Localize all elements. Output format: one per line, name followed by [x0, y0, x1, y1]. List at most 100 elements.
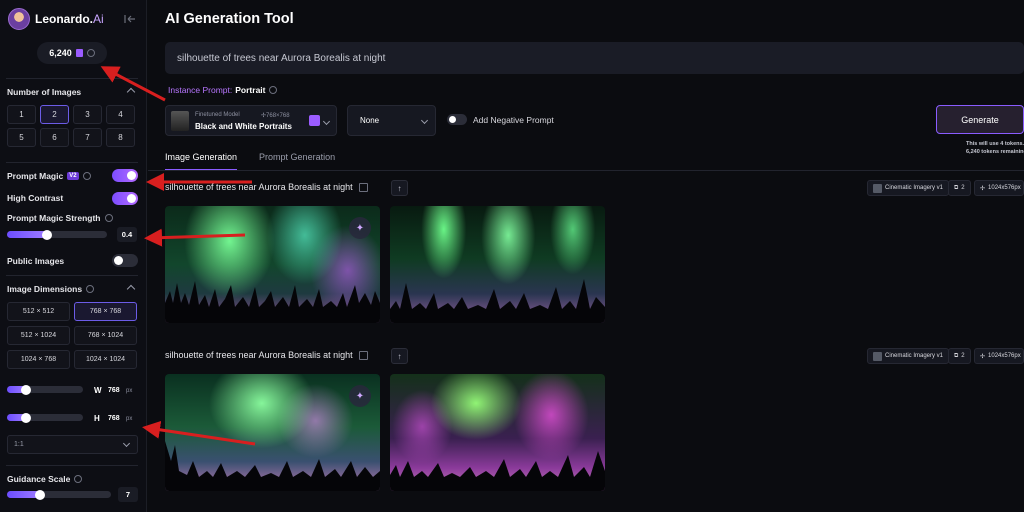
model-caption: Finetuned Model [195, 112, 240, 118]
dimensions-grid: 512 × 512 768 × 768 512 × 1024 768 × 102… [7, 302, 137, 369]
chevron-down-icon [122, 439, 131, 448]
style-select-value: None [360, 116, 380, 125]
dimension-option[interactable]: 768 × 768 [74, 302, 137, 321]
generated-image[interactable]: ✦ [165, 374, 380, 491]
negative-prompt-toggle[interactable] [447, 114, 467, 125]
count-chip: ⧉ 2 [948, 348, 971, 364]
guidance-value[interactable]: 7 [118, 487, 138, 502]
num-option-6[interactable]: 6 [40, 128, 69, 147]
info-icon[interactable] [82, 172, 91, 180]
num-option-2[interactable]: 2 [40, 105, 69, 124]
slider-thumb[interactable] [35, 489, 45, 500]
sparkle-icon[interactable]: ✦ [349, 217, 371, 239]
logo[interactable]: Leonardo.Ai [8, 8, 104, 30]
slider-thumb[interactable] [42, 229, 52, 240]
model-dimensions: ✢768×768 [261, 113, 290, 119]
token-balance[interactable]: 6,240 [37, 42, 107, 64]
num-option-4[interactable]: 4 [106, 105, 135, 124]
high-contrast-toggle[interactable] [112, 192, 138, 205]
prompt-magic-toggle[interactable] [112, 169, 138, 182]
dimension-option[interactable]: 512 × 512 [7, 302, 70, 321]
chevron-down-icon [420, 116, 429, 125]
arrow-up-icon[interactable]: ↑ [391, 180, 408, 196]
num-option-1[interactable]: 1 [7, 105, 36, 124]
num-option-5[interactable]: 5 [7, 128, 36, 147]
height-label: H [94, 414, 100, 423]
magic-strength-label: Prompt Magic Strength [7, 213, 113, 223]
arrow-up-icon[interactable]: ↑ [391, 348, 408, 364]
sidebar: Leonardo.Ai 6,240 Number of Images 1 2 3… [0, 0, 147, 512]
divider [6, 78, 138, 79]
guidance-slider[interactable] [7, 489, 111, 500]
prompt-text: silhouette of trees near Aurora Borealis… [177, 52, 386, 64]
model-style-icon [873, 351, 882, 361]
divider [6, 275, 138, 276]
model-chip: Cinematic Imagery v1 [867, 180, 950, 196]
model-style-icon[interactable] [309, 115, 320, 126]
size-chip: ✢ 1024x576px [974, 180, 1024, 196]
page-title: AI Generation Tool [165, 11, 294, 27]
num-images-grid: 1 2 3 4 5 6 7 8 [7, 105, 135, 147]
collapse-sidebar-icon[interactable] [124, 14, 136, 24]
divider [6, 162, 138, 163]
generation-prompt: silhouette of trees near Aurora Borealis… [165, 182, 368, 192]
guidance-label: Guidance Scale [7, 474, 83, 484]
dimension-icon: ✢ [980, 185, 986, 192]
dimensions-label: Image Dimensions [7, 284, 95, 294]
copy-icon[interactable] [358, 350, 368, 360]
info-icon[interactable] [104, 214, 113, 222]
chevron-up-icon[interactable] [126, 87, 136, 97]
chevron-down-icon [322, 117, 331, 126]
sparkle-icon[interactable]: ✦ [349, 385, 371, 407]
slider-thumb[interactable] [21, 412, 31, 423]
magic-strength-value[interactable]: 0.4 [117, 227, 137, 242]
width-value[interactable]: 768 [108, 387, 120, 394]
num-option-7[interactable]: 7 [73, 128, 102, 147]
model-chip: Cinematic Imagery v1 [867, 348, 950, 364]
aspect-ratio-value: 1:1 [14, 441, 24, 448]
size-chip: ✢ 1024x576px [974, 348, 1024, 364]
height-value[interactable]: 768 [108, 415, 120, 422]
model-select[interactable]: Finetuned Model ✢768×768 Black and White… [165, 105, 337, 136]
info-icon[interactable] [268, 86, 277, 94]
tab-image-generation[interactable]: Image Generation [165, 152, 238, 171]
chevron-up-icon[interactable] [126, 284, 136, 294]
high-contrast-label: High Contrast [7, 193, 64, 203]
height-unit: px [126, 416, 133, 422]
prompt-input[interactable]: silhouette of trees near Aurora Borealis… [165, 42, 1024, 74]
tab-prompt-generation[interactable]: Prompt Generation [259, 152, 335, 171]
magic-strength-slider[interactable] [7, 229, 107, 240]
image-count-icon: ⧉ [954, 184, 959, 191]
dimension-option[interactable]: 1024 × 768 [7, 350, 70, 369]
generation-prompt: silhouette of trees near Aurora Borealis… [165, 350, 368, 360]
aspect-ratio-select[interactable]: 1:1 [7, 435, 138, 454]
info-icon[interactable] [86, 49, 95, 57]
public-images-toggle[interactable] [112, 254, 138, 267]
generated-image[interactable] [390, 206, 605, 323]
generated-image[interactable] [390, 374, 605, 491]
logo-avatar-icon [8, 8, 30, 30]
dimension-icon: ✢ [980, 353, 986, 360]
slider-thumb[interactable] [21, 384, 31, 395]
app-window: Leonardo.Ai 6,240 Number of Images 1 2 3… [0, 0, 1024, 512]
height-slider[interactable] [7, 412, 83, 423]
model-style-icon [873, 183, 882, 193]
width-unit: px [126, 388, 133, 394]
info-icon[interactable] [86, 285, 95, 293]
style-select[interactable]: None [347, 105, 436, 136]
count-chip: ⧉ 2 [948, 180, 971, 196]
num-option-8[interactable]: 8 [106, 128, 135, 147]
prompt-magic-label: Prompt Magic V2 [7, 171, 91, 181]
width-slider[interactable] [7, 384, 83, 395]
dimension-option[interactable]: 512 × 1024 [7, 326, 70, 345]
num-option-3[interactable]: 3 [73, 105, 102, 124]
info-icon[interactable] [74, 475, 83, 483]
dimension-option[interactable]: 1024 × 1024 [74, 350, 137, 369]
dimension-option[interactable]: 768 × 1024 [74, 326, 137, 345]
copy-icon[interactable] [358, 182, 368, 192]
instance-prompt: Instance Prompt: Portrait [168, 85, 277, 95]
width-label: W [94, 386, 102, 395]
generate-button[interactable]: Generate [936, 105, 1024, 134]
model-name: Black and White Portraits [195, 122, 292, 131]
generated-image[interactable]: ✦ [165, 206, 380, 323]
